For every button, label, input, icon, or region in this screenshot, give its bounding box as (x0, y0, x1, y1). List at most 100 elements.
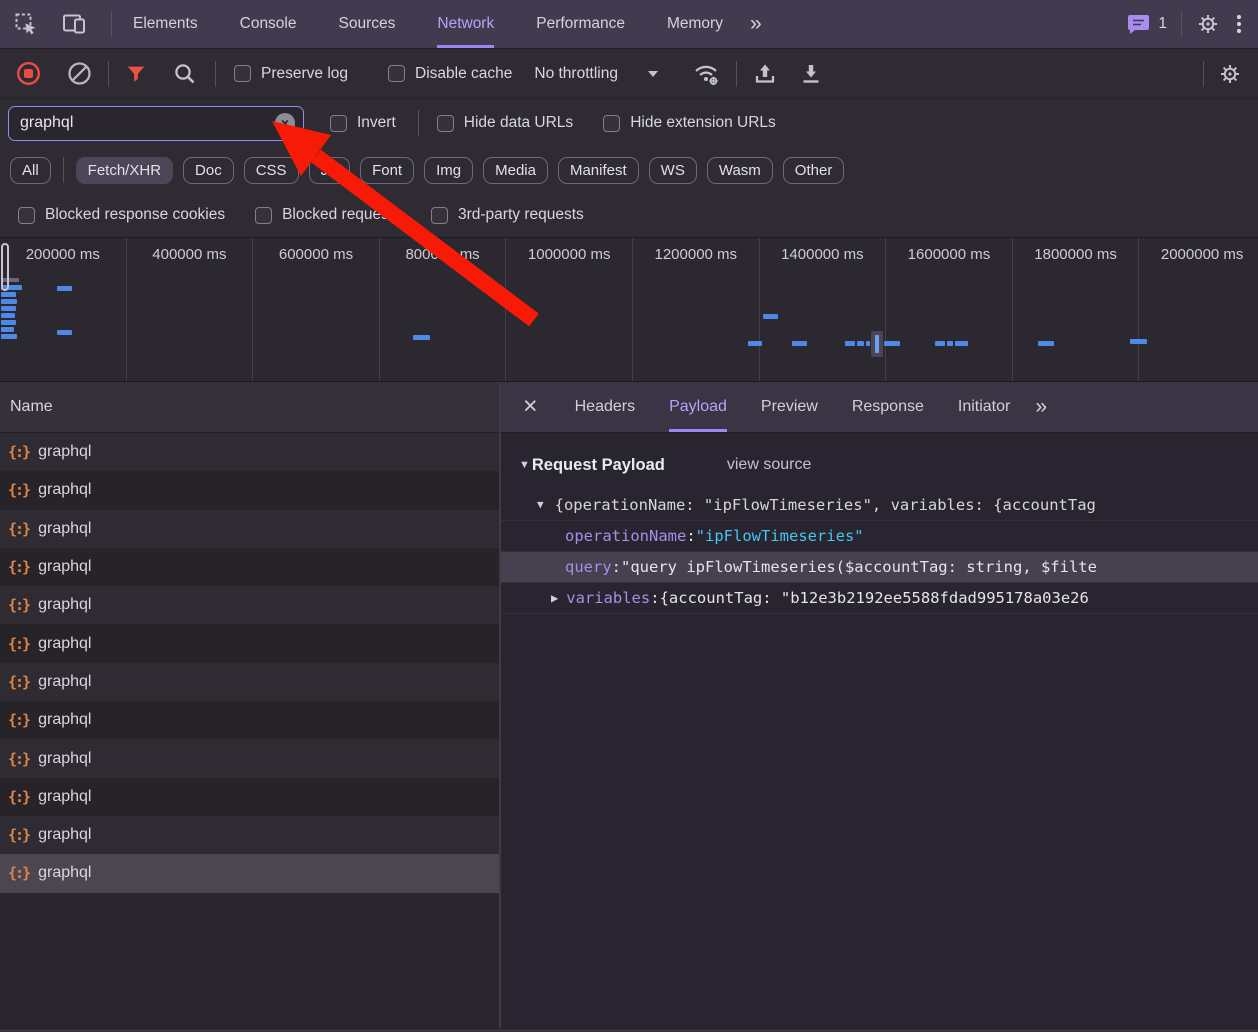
type-filter-chips: All Fetch/XHR Doc CSS JS Font Img Media Manifest… (0, 147, 1258, 193)
timeline-bar (875, 335, 879, 353)
request-payload-title: Request Payload (532, 456, 665, 475)
type-filter-manifest[interactable]: Manifest (558, 157, 639, 184)
tab-elements[interactable]: Elements (133, 0, 198, 48)
tab-network[interactable]: Network (437, 0, 494, 48)
type-filter-img[interactable]: Img (424, 157, 473, 184)
timeline-brush-handle[interactable] (1, 243, 9, 291)
clear-network-log-icon[interactable] (67, 61, 92, 86)
issues-bubble-icon[interactable] (1127, 14, 1150, 35)
filter-input[interactable]: graphql × (8, 106, 304, 141)
type-filter-js[interactable]: JS (309, 157, 351, 184)
throttling-select[interactable]: No throttling (534, 65, 658, 83)
table-row[interactable]: {:}graphql (0, 663, 499, 701)
third-party-requests-checkbox[interactable] (431, 207, 448, 224)
hide-extension-urls-checkbox[interactable] (603, 115, 620, 132)
timeline-bar (1, 320, 16, 325)
detail-tab-response[interactable]: Response (852, 382, 924, 432)
timeline-bar (884, 341, 900, 346)
more-tabs-icon[interactable]: » (750, 12, 762, 36)
type-filter-doc[interactable]: Doc (183, 157, 234, 184)
request-name: graphql (38, 520, 91, 538)
detail-tab-initiator[interactable]: Initiator (958, 382, 1010, 432)
request-rows: {:}graphql{:}graphql{:}graphql{:}graphql… (0, 433, 499, 1030)
timeline-bar (1130, 339, 1147, 344)
hide-data-urls-checkbox[interactable] (437, 115, 454, 132)
json-request-icon: {:} (8, 520, 29, 538)
export-har-icon[interactable] (799, 62, 823, 86)
timeline-bar (857, 341, 864, 346)
close-detail-icon[interactable]: × (523, 394, 538, 419)
type-filter-font[interactable]: Font (360, 157, 414, 184)
timeline-bar (1038, 341, 1054, 346)
network-settings-gear-icon[interactable] (1218, 62, 1242, 86)
type-filter-css[interactable]: CSS (244, 157, 299, 184)
throttling-value: No throttling (534, 65, 618, 83)
device-toolbar-icon[interactable] (62, 12, 87, 36)
type-filter-ws[interactable]: WS (649, 157, 697, 184)
detail-tab-preview[interactable]: Preview (761, 382, 818, 432)
invert-checkbox[interactable] (330, 115, 347, 132)
type-filter-media[interactable]: Media (483, 157, 548, 184)
filter-row: graphql × Invert Hide data URLs Hide ext… (0, 99, 1258, 147)
table-row[interactable]: {:}graphql (0, 433, 499, 471)
collapse-caret-icon[interactable]: ▼ (519, 459, 530, 471)
request-name: graphql (38, 596, 91, 614)
settings-gear-icon[interactable] (1196, 12, 1220, 36)
kebab-menu-icon[interactable] (1234, 12, 1244, 36)
expand-caret-icon[interactable]: ▼ (537, 498, 544, 511)
table-row[interactable]: {:}graphql (0, 778, 499, 816)
payload-key: operationName (565, 527, 686, 545)
payload-row-operationName[interactable]: operationName: "ipFlowTimeseries" (501, 520, 1258, 551)
table-row[interactable]: {:}graphql (0, 586, 499, 624)
payload-row-query[interactable]: query: "query ipFlowTimeseries($accountT… (501, 551, 1258, 582)
timeline-bar (57, 286, 72, 291)
type-filter-wasm[interactable]: Wasm (707, 157, 773, 184)
blocked-requests-checkbox[interactable] (255, 207, 272, 224)
payload-row-variables[interactable]: ▶variables: {accountTag: "b12e3b2192ee55… (501, 582, 1258, 613)
table-row[interactable]: {:} graphql (0, 510, 499, 548)
table-row[interactable]: {:}graphql (0, 624, 499, 662)
search-icon[interactable] (173, 62, 197, 86)
table-row[interactable]: {:}graphql (0, 471, 499, 509)
tab-performance[interactable]: Performance (536, 0, 625, 48)
filter-funnel-icon[interactable] (125, 63, 147, 85)
table-row[interactable]: {:}graphql (0, 739, 499, 777)
type-filter-fetch-xhr[interactable]: Fetch/XHR (76, 157, 173, 184)
table-row[interactable]: {:}graphql (0, 854, 499, 892)
payload-end-divider (501, 613, 1258, 614)
detail-more-tabs-icon[interactable]: » (1035, 395, 1047, 419)
tab-memory[interactable]: Memory (667, 0, 723, 48)
name-column-header[interactable]: Name (0, 382, 499, 433)
expand-caret-icon[interactable]: ▶ (551, 591, 558, 605)
tab-sources[interactable]: Sources (339, 0, 396, 48)
payload-summary-row[interactable]: ▼ {operationName: "ipFlowTimeseries", va… (501, 489, 1258, 520)
import-har-icon[interactable] (753, 62, 777, 86)
table-row[interactable]: {:}graphql (0, 701, 499, 739)
block-filter-row: Blocked response cookies Blocked request… (0, 193, 1258, 238)
disable-cache-checkbox[interactable] (388, 65, 405, 82)
network-conditions-icon[interactable] (692, 61, 720, 87)
inspect-element-icon[interactable] (14, 12, 38, 36)
record-network-log-icon[interactable] (16, 61, 41, 86)
view-source-link[interactable]: view source (727, 456, 811, 474)
json-request-icon: {:} (8, 481, 29, 499)
type-filter-all[interactable]: All (10, 157, 51, 184)
type-filter-other[interactable]: Other (783, 157, 845, 184)
tab-console[interactable]: Console (240, 0, 297, 48)
timeline-bar (1, 313, 15, 318)
timeline-bar (947, 341, 953, 346)
detail-tab-headers[interactable]: Headers (575, 382, 635, 432)
network-toolbar: Preserve log Disable cache No throttling (0, 49, 1258, 99)
bottom-edge (0, 1028, 1258, 1032)
payload-key: variables (566, 589, 650, 607)
clear-filter-icon[interactable]: × (275, 113, 295, 133)
preserve-log-checkbox[interactable] (234, 65, 251, 82)
filter-value: graphql (20, 114, 275, 132)
blocked-response-cookies-checkbox[interactable] (18, 207, 35, 224)
detail-tab-payload[interactable]: Payload (669, 382, 727, 432)
table-row[interactable]: {:}graphql (0, 816, 499, 854)
json-request-icon: {:} (8, 558, 29, 576)
payload-separator: : (612, 558, 621, 576)
table-row[interactable]: {:}graphql (0, 548, 499, 586)
network-overview-timeline[interactable]: 200000 ms400000 ms600000 ms800000 ms1000… (0, 238, 1258, 382)
